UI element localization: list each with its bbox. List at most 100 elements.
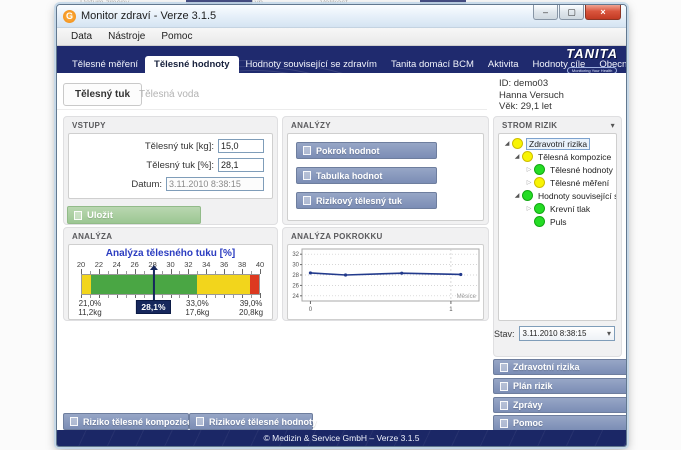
risk-status-icon: [534, 216, 545, 227]
close-button[interactable]: ×: [585, 5, 621, 20]
tree-expander-icon[interactable]: ◢: [503, 140, 511, 147]
tree-item-krevni-tlak[interactable]: ▷ Krevní tlak: [501, 202, 614, 215]
gauge-tick-label: 34: [202, 260, 210, 269]
rizikovy-telesny-tuk-button[interactable]: Rizikový tělesný tuk: [296, 192, 437, 209]
window-title: Monitor zdraví - Verze 3.1.5: [81, 10, 216, 22]
svg-text:30: 30: [292, 263, 299, 269]
panel-title: VSTUPY: [64, 117, 277, 132]
tab-obecne[interactable]: Obecné: [592, 56, 626, 73]
save-button-label: Uložit: [87, 210, 113, 221]
tab-hodnoty-cile[interactable]: Hodnoty cíle: [526, 56, 593, 73]
brand-banner: TANITA Monitoring Your Health Tělesné mě…: [57, 46, 626, 73]
rizikove-telesne-hodnoty-button[interactable]: Rizikové tělesné hodnoty: [189, 413, 313, 430]
stav-dropdown[interactable]: 3.11.2010 8:38:15 ▾: [519, 326, 615, 341]
zpravy-button[interactable]: Zprávy: [493, 397, 627, 413]
maximize-button[interactable]: ▢: [559, 5, 584, 20]
button-label: Zprávy: [513, 400, 543, 410]
body-fat-kg-input[interactable]: [218, 139, 264, 153]
tree-item-telesne-hodnoty[interactable]: ▷ Tělesné hodnoty: [501, 163, 614, 176]
svg-text:26: 26: [292, 283, 299, 289]
panel-analyza: ANALÝZA Analýza tělesného tuku [%] 20222…: [63, 227, 278, 321]
menu-nastroje[interactable]: Nástroje: [100, 31, 153, 42]
tab-hodnoty-zdravi[interactable]: Hodnoty související se zdravím: [239, 56, 384, 73]
patient-info: ID: demo03 Hanna Versuch Věk: 29,1 let: [499, 78, 564, 113]
zdravotni-rizika-button[interactable]: Zdravotní rizika: [493, 359, 627, 375]
save-icon: [74, 211, 82, 220]
panel-analyzy: ANALÝZY Pokrok hodnot Tabulka hodnot Riz…: [282, 116, 489, 225]
tree-item-telesne-mereni[interactable]: ▷ Tělesné měření: [501, 176, 614, 189]
risk-status-icon: [522, 151, 533, 162]
app-window: G Monitor zdraví - Verze 3.1.5 – ▢ × Dat…: [56, 4, 627, 447]
minimize-button[interactable]: –: [533, 5, 558, 20]
panel-title: STROM RIZIK: [502, 121, 557, 130]
riziko-telesne-kompozice-button[interactable]: Riziko tělesné kompozice: [63, 413, 189, 430]
menu-data[interactable]: Data: [63, 31, 100, 42]
button-icon: [500, 401, 508, 410]
plan-rizik-button[interactable]: Plán rizik: [493, 378, 627, 394]
patient-id: ID: demo03: [499, 78, 564, 90]
tree-expander-icon[interactable]: ◢: [513, 153, 521, 160]
field-label: Tělesný tuk [kg]:: [145, 141, 214, 152]
button-icon: [70, 417, 78, 426]
svg-text:28: 28: [292, 273, 299, 279]
save-button[interactable]: Uložit: [67, 206, 201, 224]
pomoc-button[interactable]: Pomoc: [493, 415, 627, 431]
tab-telesne-mereni[interactable]: Tělesné měření: [65, 56, 145, 73]
button-icon: [303, 171, 311, 180]
gauge-segment: [82, 275, 91, 294]
vstupy-form: Tělesný tuk [kg]: Tělesný tuk [%]: Datum…: [68, 133, 273, 199]
tab-telesne-hodnoty[interactable]: Tělesné hodnoty: [145, 56, 238, 73]
tree-item-label: Tělesná kompozice: [536, 152, 613, 162]
tree-item-puls[interactable]: Puls: [501, 215, 614, 228]
stav-label: Stav:: [494, 329, 515, 339]
tree-item-hodnoty-zdravi[interactable]: ◢ Hodnoty související se zdravím: [501, 189, 614, 202]
risk-tree: ◢ Zdravotní rizika ◢ Tělesná kompozice ▷: [499, 134, 616, 231]
tab-aktivita[interactable]: Aktivita: [481, 56, 526, 73]
button-label: Pomoc: [513, 418, 543, 428]
gauge-tick-label: 20: [77, 260, 85, 269]
tree-item-label: Tělesné měření: [548, 178, 611, 188]
subtab-telesna-voda[interactable]: Tělesná voda: [129, 83, 209, 106]
collapse-panel-icon[interactable]: ▾: [611, 121, 615, 130]
dropdown-icon: ▾: [607, 329, 611, 338]
tree-item-label: Hodnoty související se zdravím: [536, 191, 617, 201]
tree-item-telesna-kompozice[interactable]: ◢ Tělesná kompozice: [501, 150, 614, 163]
menu-pomoc[interactable]: Pomoc: [153, 31, 200, 42]
panel-title: ANALÝZA POKROKKU: [283, 228, 488, 243]
subtab-row: Tělesný tuk Tělesná voda: [57, 83, 487, 110]
button-label: Pokrok hodnot: [316, 146, 380, 156]
body-fat-pct-input[interactable]: [218, 158, 264, 172]
tree-item-label: Krevní tlak: [548, 204, 592, 214]
tree-expander-icon[interactable]: ▷: [525, 166, 533, 173]
footer-text: © Medizin & Service GmbH – Verze 3.1.5: [263, 433, 419, 443]
patient-age: Věk: 29,1 let: [499, 101, 564, 113]
panel-title: ANALÝZY: [283, 117, 488, 132]
button-icon: [500, 363, 508, 372]
footer-bar: © Medizin & Service GmbH – Verze 3.1.5: [57, 430, 626, 446]
tree-expander-icon[interactable]: ◢: [513, 192, 521, 199]
gauge-tick-label: 36: [220, 260, 228, 269]
date-input[interactable]: [166, 177, 264, 191]
tabulka-hodnot-button[interactable]: Tabulka hodnot: [296, 167, 437, 184]
pokrok-hodnot-button[interactable]: Pokrok hodnot: [296, 142, 437, 159]
tree-item-zdravotni-rizika[interactable]: ◢ Zdravotní rizika: [501, 137, 614, 150]
risk-status-icon: [522, 190, 533, 201]
gauge-value-marker: 28,1%: [136, 265, 170, 314]
button-icon: [196, 417, 204, 426]
button-label: Riziko tělesné kompozice: [83, 417, 192, 427]
tree-expander-icon[interactable]: ▷: [525, 179, 533, 186]
gauge-tick-label: 22: [95, 260, 103, 269]
button-icon: [500, 419, 508, 428]
tree-expander-icon[interactable]: ▷: [525, 205, 533, 212]
tab-tanita-bcm[interactable]: Tanita domácí BCM: [384, 56, 481, 73]
button-label: Rizikový tělesný tuk: [316, 196, 402, 206]
title-bar[interactable]: G Monitor zdraví - Verze 3.1.5 – ▢ ×: [57, 5, 626, 28]
gauge-threshold-label: 39,0%20,8kg: [239, 300, 263, 317]
patient-name: Hanna Versuch: [499, 90, 564, 102]
svg-text:1: 1: [449, 307, 453, 313]
svg-text:24: 24: [292, 294, 299, 300]
gauge-threshold-label: 21,0%11,2kg: [78, 300, 101, 317]
tree-item-label: Tělesné hodnoty: [548, 165, 615, 175]
body-fat-gauge: 202224262830323436384021,0%11,2kg33,0%17…: [81, 260, 260, 316]
content-area: Tělesný tuk Tělesná voda ID: demo03 Hann…: [57, 73, 626, 430]
